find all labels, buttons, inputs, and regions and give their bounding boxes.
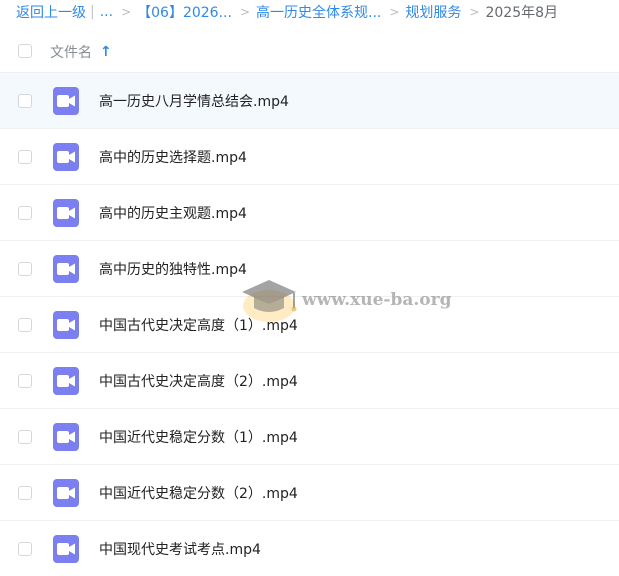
breadcrumb-item-0[interactable]: 【06】2026... (137, 2, 232, 22)
video-file-icon (53, 255, 79, 283)
row-checkbox[interactable] (18, 318, 32, 332)
file-row[interactable]: 高中的历史选择题.mp4 (0, 128, 619, 184)
file-name[interactable]: 中国现代史考试考点.mp4 (99, 539, 261, 559)
row-checkbox[interactable] (18, 542, 32, 556)
file-row[interactable]: 中国现代史考试考点.mp4 (0, 520, 619, 576)
row-checkbox[interactable] (18, 262, 32, 276)
video-file-icon (53, 535, 79, 563)
sort-ascending-icon[interactable]: ↑ (100, 44, 112, 60)
row-checkbox[interactable] (18, 150, 32, 164)
file-row[interactable]: 高一历史八月学情总结会.mp4 (0, 72, 619, 128)
video-file-icon (53, 87, 79, 115)
video-file-icon (53, 143, 79, 171)
chevron-right-icon: > (121, 5, 132, 19)
breadcrumb-item-2[interactable]: 规划服务 (405, 2, 461, 22)
video-file-icon (53, 311, 79, 339)
breadcrumb-ellipsis[interactable]: ... (100, 4, 113, 20)
file-list: 高一历史八月学情总结会.mp4 高中的历史选择题.mp4 高中的历史主观题.mp4 高… (0, 72, 619, 576)
breadcrumb-current: 2025年8月 (485, 5, 559, 21)
file-row[interactable]: 高中的历史主观题.mp4 (0, 184, 619, 240)
row-checkbox[interactable] (18, 206, 32, 220)
row-checkbox[interactable] (18, 374, 32, 388)
filename-column-label: 文件名 (50, 45, 92, 61)
video-file-icon (53, 199, 79, 227)
breadcrumb-divider: | (90, 4, 95, 20)
file-name[interactable]: 高中的历史选择题.mp4 (99, 147, 247, 167)
row-checkbox[interactable] (18, 94, 32, 108)
filename-column-header[interactable]: 文件名 ↑ (50, 42, 112, 62)
file-name[interactable]: 高一历史八月学情总结会.mp4 (99, 91, 289, 111)
file-name[interactable]: 中国近代史稳定分数（2）.mp4 (99, 483, 298, 503)
chevron-right-icon: > (389, 5, 400, 19)
file-row[interactable]: 中国古代史决定高度（2）.mp4 (0, 352, 619, 408)
file-list-header: 文件名 ↑ (0, 30, 619, 72)
back-link[interactable]: 返回上一级 (16, 2, 86, 22)
breadcrumb-item-1[interactable]: 高一历史全体系规... (256, 2, 381, 22)
file-name[interactable]: 中国古代史决定高度（1）.mp4 (99, 315, 298, 335)
chevron-right-icon: > (469, 5, 480, 19)
select-all-checkbox[interactable] (18, 44, 32, 58)
file-name[interactable]: 高中历史的独特性.mp4 (99, 259, 247, 279)
breadcrumb: 返回上一级 | ... > 【06】2026... > 高一历史全体系规... … (16, 0, 616, 24)
row-checkbox[interactable] (18, 430, 32, 444)
file-row[interactable]: 中国近代史稳定分数（2）.mp4 (0, 464, 619, 520)
file-row[interactable]: 高中历史的独特性.mp4 (0, 240, 619, 296)
video-file-icon (53, 479, 79, 507)
file-name[interactable]: 中国古代史决定高度（2）.mp4 (99, 371, 298, 391)
file-name[interactable]: 中国近代史稳定分数（1）.mp4 (99, 427, 298, 447)
video-file-icon (53, 367, 79, 395)
file-row[interactable]: 中国近代史稳定分数（1）.mp4 (0, 408, 619, 464)
video-file-icon (53, 423, 79, 451)
row-checkbox[interactable] (18, 486, 32, 500)
file-row[interactable]: 中国古代史决定高度（1）.mp4 (0, 296, 619, 352)
chevron-right-icon: > (239, 5, 250, 19)
file-name[interactable]: 高中的历史主观题.mp4 (99, 203, 247, 223)
